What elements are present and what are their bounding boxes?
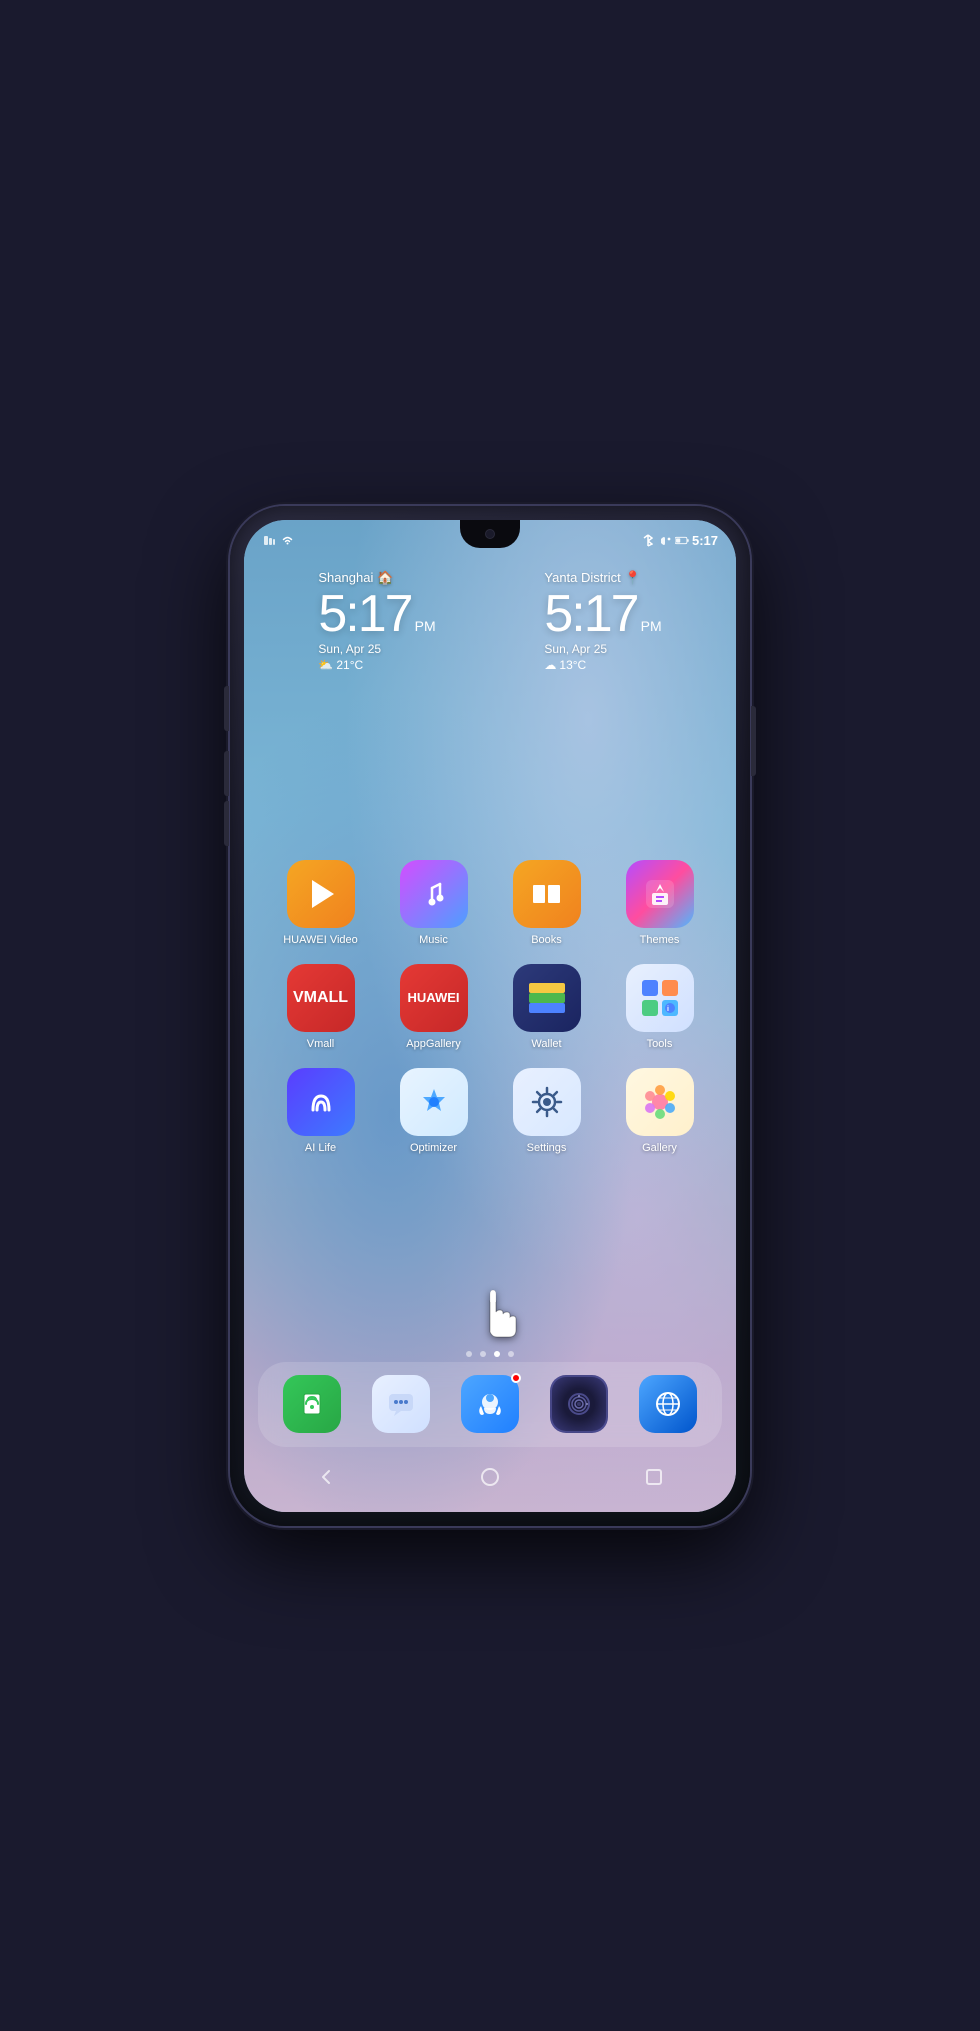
icon-vmall: VMALL <box>287 964 355 1032</box>
dock-phone[interactable] <box>283 1375 341 1433</box>
phone-screen: 5:17 Shanghai 🏠 5:17 PM Sun, Apr 25 ⛅ 21… <box>244 520 736 1512</box>
nav-home-button[interactable] <box>470 1457 510 1497</box>
dock-messages[interactable] <box>372 1375 430 1433</box>
app-tools[interactable]: i Tools <box>615 964 705 1050</box>
label-wallet: Wallet <box>531 1038 561 1050</box>
icon-huawei-video <box>287 860 355 928</box>
clock-area: Shanghai 🏠 5:17 PM Sun, Apr 25 ⛅ 21°C Ya… <box>244 570 736 672</box>
label-books: Books <box>531 934 562 946</box>
wifi-icon <box>280 534 294 548</box>
icon-music <box>400 860 468 928</box>
clock-widget-shanghai: Shanghai 🏠 5:17 PM Sun, Apr 25 ⛅ 21°C <box>318 570 435 672</box>
play-triangle <box>312 880 334 908</box>
status-left <box>262 528 294 548</box>
label-huawei-video: HUAWEI Video <box>283 934 358 946</box>
icon-appgallery: HUAWEI <box>400 964 468 1032</box>
time-shanghai: 5:17 PM <box>318 588 435 640</box>
icon-settings <box>513 1068 581 1136</box>
app-themes[interactable]: Themes <box>615 860 705 946</box>
label-tools: Tools <box>647 1038 673 1050</box>
date-shanghai: Sun, Apr 25 <box>318 642 381 656</box>
app-gallery[interactable]: Gallery <box>615 1068 705 1154</box>
front-camera <box>485 529 495 539</box>
app-row-3: AI Life Optimizer <box>264 1068 716 1154</box>
label-appgallery: AppGallery <box>406 1038 460 1050</box>
sim-icon <box>262 534 276 548</box>
app-optimizer[interactable]: Optimizer <box>389 1068 479 1154</box>
app-appgallery[interactable]: HUAWEI AppGallery <box>389 964 479 1050</box>
page-dot-3-active[interactable] <box>494 1351 500 1357</box>
dock-support[interactable] <box>461 1375 519 1433</box>
icon-themes <box>626 860 694 928</box>
dock-camera[interactable] <box>550 1375 608 1433</box>
label-gallery: Gallery <box>642 1142 677 1154</box>
label-vmall: Vmall <box>307 1038 335 1050</box>
icon-ai-life <box>287 1068 355 1136</box>
icon-books <box>513 860 581 928</box>
label-ai-life: AI Life <box>305 1142 336 1154</box>
app-settings[interactable]: Settings <box>502 1068 592 1154</box>
phone-device: 5:17 Shanghai 🏠 5:17 PM Sun, Apr 25 ⛅ 21… <box>230 506 750 1526</box>
status-right: 5:17 <box>641 527 718 548</box>
cursor-hand <box>470 1282 520 1342</box>
app-huawei-video[interactable]: HUAWEI Video <box>276 860 366 946</box>
weather-yanta: ☁ 13°C <box>544 658 586 672</box>
dock-browser[interactable] <box>639 1375 697 1433</box>
label-optimizer: Optimizer <box>410 1142 457 1154</box>
notification-dot <box>511 1373 521 1383</box>
mute-icon <box>658 534 672 548</box>
page-dot-2[interactable] <box>480 1351 486 1357</box>
dock <box>258 1362 722 1447</box>
nav-recent-button[interactable] <box>634 1457 674 1497</box>
app-wallet[interactable]: Wallet <box>502 964 592 1050</box>
nav-back-button[interactable] <box>306 1457 346 1497</box>
svg-text:i: i <box>667 1006 669 1013</box>
time-yanta: 5:17 PM <box>544 588 661 640</box>
notch <box>460 520 520 548</box>
label-music: Music <box>419 934 448 946</box>
battery-icon <box>675 534 689 548</box>
book-icon <box>533 885 560 903</box>
label-themes: Themes <box>640 934 680 946</box>
city-shanghai: Shanghai 🏠 <box>318 570 393 586</box>
icon-optimizer <box>400 1068 468 1136</box>
book-page-1 <box>533 885 545 903</box>
date-yanta: Sun, Apr 25 <box>544 642 607 656</box>
icon-tools: i <box>626 964 694 1032</box>
app-music[interactable]: Music <box>389 860 479 946</box>
app-row-1: HUAWEI Video Music <box>264 860 716 946</box>
page-dot-4[interactable] <box>508 1351 514 1357</box>
page-dots <box>244 1351 736 1357</box>
icon-gallery <box>626 1068 694 1136</box>
page-dot-1[interactable] <box>466 1351 472 1357</box>
city-yanta: Yanta District 📍 <box>544 570 641 586</box>
app-books[interactable]: Books <box>502 860 592 946</box>
label-settings: Settings <box>527 1142 567 1154</box>
nav-bar <box>244 1455 736 1500</box>
weather-shanghai: ⛅ 21°C <box>318 658 363 672</box>
app-row-2: VMALL Vmall HUAWEI AppGallery <box>264 964 716 1050</box>
status-time: 5:17 <box>692 533 718 548</box>
clock-widget-yanta: Yanta District 📍 5:17 PM Sun, Apr 25 ☁ 1… <box>544 570 661 672</box>
bluetooth-icon <box>641 534 655 548</box>
app-ai-life[interactable]: AI Life <box>276 1068 366 1154</box>
icon-wallet <box>513 964 581 1032</box>
book-page-2 <box>548 885 560 903</box>
app-grid: HUAWEI Video Music <box>244 860 736 1172</box>
app-vmall[interactable]: VMALL Vmall <box>276 964 366 1050</box>
